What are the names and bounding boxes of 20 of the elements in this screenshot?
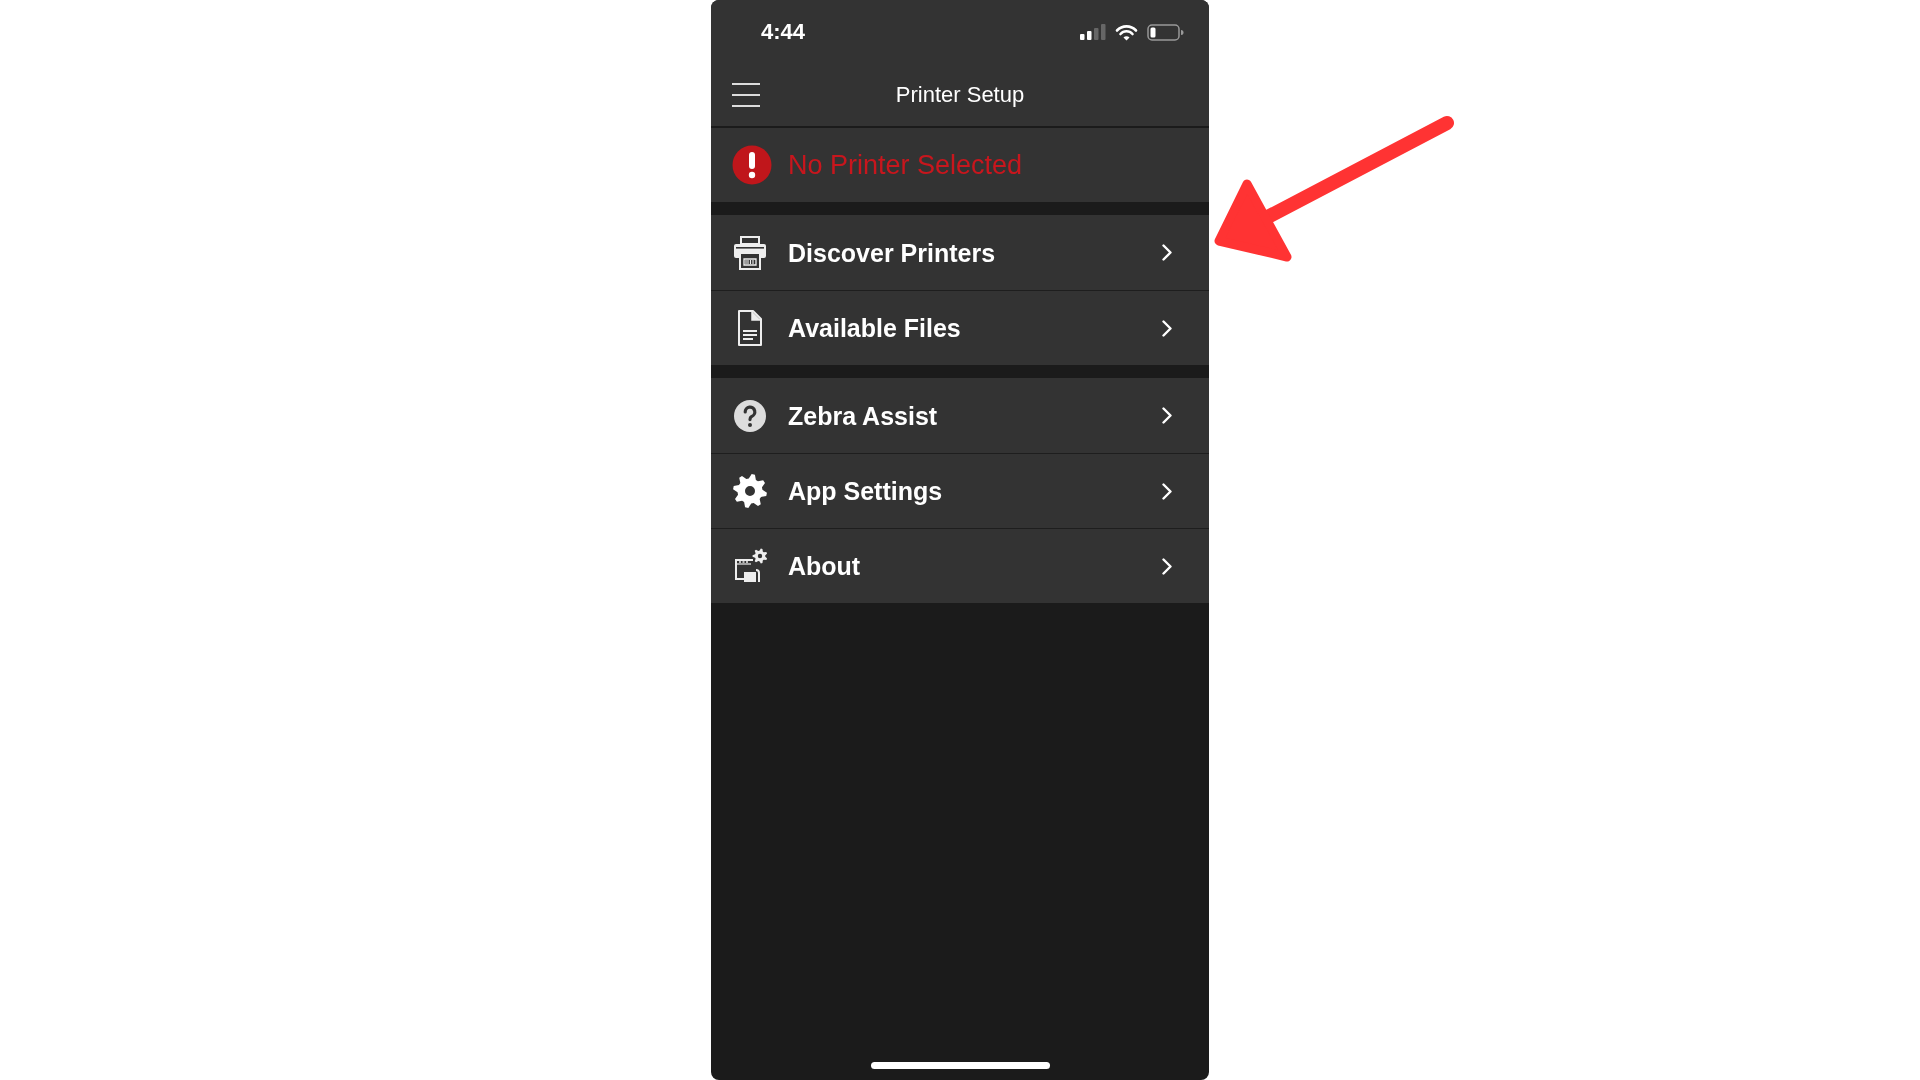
screen-title: Printer Setup — [895, 81, 1025, 109]
alert-message: No Printer Selected — [788, 148, 1023, 182]
menu-button[interactable] — [732, 83, 760, 107]
gear-icon — [730, 473, 770, 509]
signal-icon — [1080, 24, 1106, 40]
menu-item[interactable]: Discover Printers — [711, 215, 1209, 290]
battery-icon — [1147, 23, 1184, 41]
chevron-icon — [1162, 557, 1172, 575]
chevron-icon — [1162, 244, 1172, 261]
chevron-icon — [1162, 407, 1172, 424]
chevron-icon — [1162, 319, 1172, 337]
chevron-icon — [1162, 482, 1172, 500]
menu-item[interactable]: Zebra Assist — [711, 378, 1209, 453]
menu-icon — [732, 83, 760, 107]
warning-icon — [732, 145, 772, 185]
status-time: 4:44 — [761, 21, 806, 43]
menu-item[interactable]: Available Files — [711, 290, 1209, 365]
wifi-icon — [1115, 23, 1138, 41]
menu-item[interactable]: About — [711, 528, 1209, 603]
menu-item[interactable]: App Settings — [711, 453, 1209, 528]
